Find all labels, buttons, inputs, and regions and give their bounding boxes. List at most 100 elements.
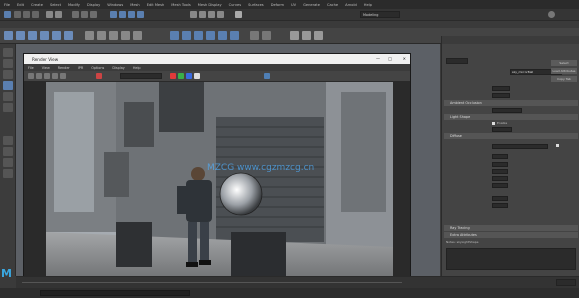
render-settings-icon[interactable]	[208, 11, 215, 18]
user-account-icon[interactable]	[548, 11, 555, 18]
open-scene-icon[interactable]	[23, 11, 30, 18]
render-view-menu-options[interactable]: Options	[91, 66, 104, 70]
menu-help[interactable]: Help	[364, 3, 372, 7]
menu-edit[interactable]: Edit	[17, 3, 24, 7]
smooth-icon[interactable]	[182, 31, 191, 40]
render-view-menu-help[interactable]: Help	[133, 66, 141, 70]
redo-render-icon[interactable]	[28, 73, 34, 79]
flatten-icon[interactable]	[230, 31, 239, 40]
command-line[interactable]	[0, 288, 579, 298]
select-button[interactable]: Select	[551, 60, 577, 66]
specular-roughness-field[interactable]	[492, 203, 508, 208]
snap-surface-icon[interactable]	[137, 11, 144, 18]
menu-mesh-display[interactable]: Mesh Display	[198, 3, 222, 7]
move-tool-icon[interactable]	[3, 81, 13, 90]
occlusion-field[interactable]	[492, 108, 522, 113]
display-lut-icon[interactable]	[264, 73, 270, 79]
menu-modify[interactable]: Modify	[68, 3, 80, 7]
section-diffuse[interactable]: Diffuse	[444, 133, 578, 139]
side-by-side-layout-icon[interactable]	[3, 158, 13, 167]
attribute-editor-tabs[interactable]	[442, 36, 579, 44]
copy-tab-button[interactable]: Copy Tab	[551, 76, 577, 82]
redo-icon[interactable]	[55, 11, 62, 18]
uv-editor-icon[interactable]	[250, 31, 259, 40]
playback-controls[interactable]	[556, 279, 576, 286]
menu-mesh[interactable]: Mesh	[130, 3, 139, 7]
menu-mesh-tools[interactable]: Mesh Tools	[171, 3, 190, 7]
diffuse-roughness-field[interactable]	[492, 162, 508, 167]
ipr-icon[interactable]	[36, 73, 42, 79]
new-scene-icon[interactable]	[14, 11, 21, 18]
workspace-icon[interactable]	[4, 11, 11, 18]
menu-edit-mesh[interactable]: Edit Mesh	[147, 3, 165, 7]
save-scene-icon[interactable]	[32, 11, 39, 18]
combine-icon[interactable]	[85, 31, 94, 40]
polygon-torus-icon[interactable]	[64, 31, 73, 40]
red-channel-icon[interactable]	[170, 73, 176, 79]
minimize-button[interactable]: —	[376, 56, 380, 61]
command-input[interactable]	[40, 290, 190, 296]
polygon-cone-icon[interactable]	[40, 31, 49, 40]
section-ambient-occlusion[interactable]: Ambient Occlusion	[444, 100, 578, 106]
four-view-layout-icon[interactable]	[3, 147, 13, 156]
menu-uv[interactable]: UV	[291, 3, 296, 7]
undo-icon[interactable]	[46, 11, 53, 18]
material-icon[interactable]	[314, 31, 323, 40]
separate-icon[interactable]	[97, 31, 106, 40]
render-view-menu-render[interactable]: Render	[58, 66, 70, 70]
shelf-tabs[interactable]	[0, 21, 579, 28]
rotate-tool-icon[interactable]	[3, 92, 13, 101]
render-current-icon[interactable]	[190, 11, 197, 18]
color-field[interactable]	[492, 144, 548, 149]
rendered-image[interactable]: MZCG www.cgzmzcg.cn	[46, 82, 393, 282]
camera-dropdown[interactable]	[120, 73, 162, 79]
camera-icon[interactable]	[302, 31, 311, 40]
render-view-menu-file[interactable]: File	[28, 66, 34, 70]
render-region-icon[interactable]	[52, 73, 58, 79]
menu-deform[interactable]: Deform	[271, 3, 284, 7]
close-button[interactable]: ✕	[403, 56, 406, 61]
green-channel-icon[interactable]	[178, 73, 184, 79]
select-object-icon[interactable]	[81, 11, 88, 18]
render-view-menu-display[interactable]: Display	[112, 66, 125, 70]
menu-arnold[interactable]: Arnold	[345, 3, 357, 7]
blue-channel-icon[interactable]	[186, 73, 192, 79]
load-attributes-button[interactable]: Load Attributes	[551, 68, 577, 74]
intensity-field[interactable]	[492, 86, 510, 91]
polygon-cube-icon[interactable]	[16, 31, 25, 40]
menu-windows[interactable]: Windows	[107, 3, 123, 7]
single-view-layout-icon[interactable]	[3, 136, 13, 145]
diffuse-depth-field[interactable]	[492, 176, 508, 181]
time-slider-track[interactable]	[22, 282, 402, 283]
arnold-render-icon[interactable]	[235, 11, 242, 18]
menu-create[interactable]: Create	[31, 3, 43, 7]
bridge-icon[interactable]	[133, 31, 142, 40]
paint-select-icon[interactable]	[3, 70, 13, 79]
diffuse-indirect-field[interactable]	[492, 169, 508, 174]
select-hierarchy-icon[interactable]	[72, 11, 79, 18]
render-view-titlebar[interactable]: Render View — □ ✕	[24, 54, 410, 64]
snap-grid-icon[interactable]	[110, 11, 117, 18]
light-icon[interactable]	[290, 31, 299, 40]
render-view-menu-view[interactable]: View	[42, 66, 50, 70]
relax-icon[interactable]	[194, 31, 203, 40]
section-light-shape[interactable]: Light Shape	[444, 114, 578, 120]
bevel-icon[interactable]	[121, 31, 130, 40]
menu-file[interactable]: File	[4, 3, 10, 7]
pinch-icon[interactable]	[218, 31, 227, 40]
polygon-cylinder-icon[interactable]	[28, 31, 37, 40]
refresh-icon[interactable]	[44, 73, 50, 79]
maximize-button[interactable]: □	[388, 56, 392, 61]
menu-cache[interactable]: Cache	[327, 3, 338, 7]
polygon-sphere-icon[interactable]	[4, 31, 13, 40]
menu-curves[interactable]: Curves	[229, 3, 241, 7]
timeline[interactable]	[16, 276, 579, 288]
workspace-dropdown[interactable]: Modeling	[360, 11, 400, 18]
menu-select[interactable]: Select	[50, 3, 61, 7]
menu-generate[interactable]: Generate	[303, 3, 320, 7]
section-ray-tracing[interactable]: Ray Tracing	[444, 225, 578, 231]
samples-field[interactable]	[492, 93, 510, 98]
enable-checkbox[interactable]	[492, 122, 495, 125]
menu-surfaces[interactable]: Surfaces	[248, 3, 264, 7]
sculpt-icon[interactable]	[170, 31, 179, 40]
